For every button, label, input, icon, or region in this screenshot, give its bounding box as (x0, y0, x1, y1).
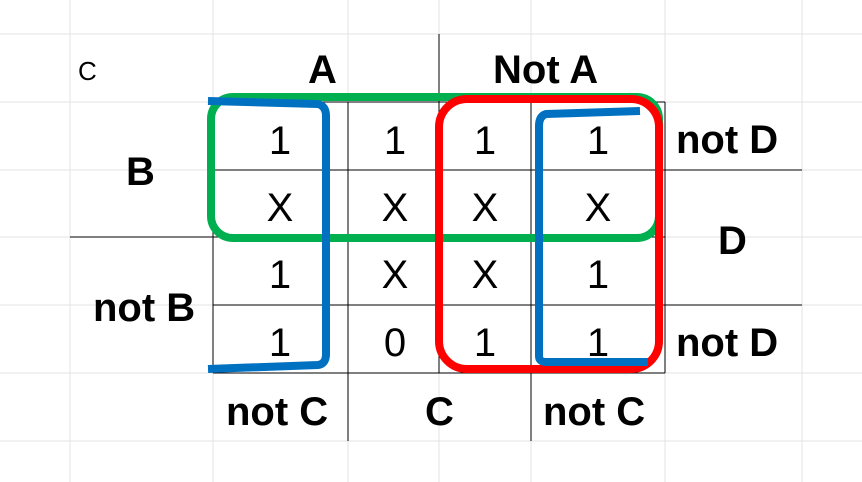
corner-label: C (78, 56, 97, 86)
right-header-not-d-bottom: not D (676, 321, 779, 365)
bottom-header-not-c-left: not C (226, 390, 329, 434)
cell-r1-c3: 1 (473, 119, 497, 163)
cell-r3-c3: X (471, 253, 499, 297)
bottom-header-not-c-right: not C (543, 390, 646, 434)
cell-r2-c1: X (266, 186, 294, 230)
right-header-d: D (718, 219, 747, 263)
column-header-not-a: Not A (493, 48, 599, 92)
cell-r4-c3: 1 (473, 321, 497, 365)
row-header-not-b: not B (93, 286, 196, 330)
right-header-not-d-top: not D (676, 118, 779, 162)
bottom-header-c: C (425, 390, 454, 434)
cell-r4-c1: 1 (268, 321, 292, 365)
cell-r3-c4: 1 (586, 253, 610, 297)
row-header-b: B (126, 150, 155, 194)
cell-r4-c4: 1 (586, 321, 610, 365)
cell-r1-c1: 1 (268, 119, 292, 163)
cell-r1-c4: 1 (586, 119, 610, 163)
cell-r3-c1: 1 (268, 253, 292, 297)
column-header-a: A (308, 48, 337, 92)
cell-r2-c4: X (584, 186, 612, 230)
cell-r2-c3: X (471, 186, 499, 230)
